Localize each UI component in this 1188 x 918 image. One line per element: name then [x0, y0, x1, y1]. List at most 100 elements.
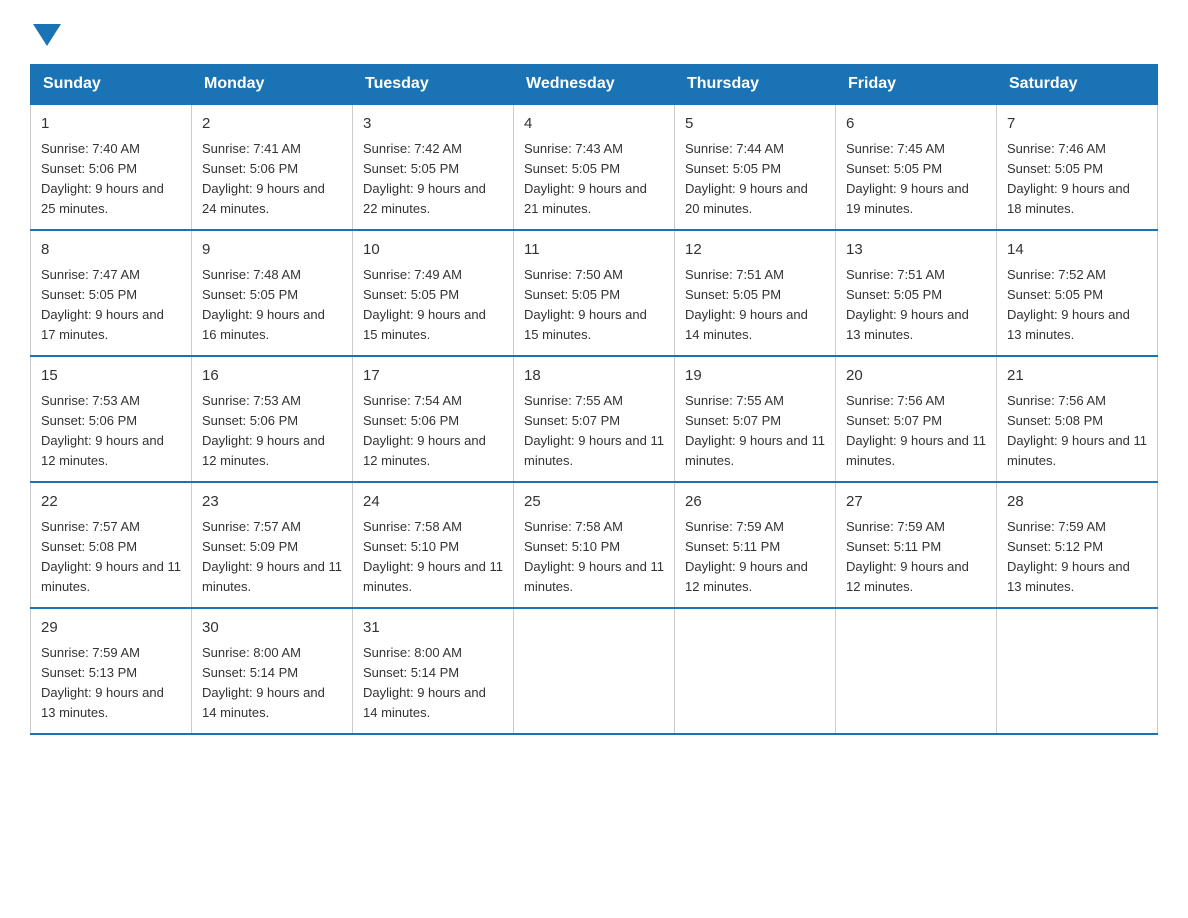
table-row: 13 Sunrise: 7:51 AMSunset: 5:05 PMDayligh…: [836, 230, 997, 356]
table-row: 27 Sunrise: 7:59 AMSunset: 5:11 PMDayligh…: [836, 482, 997, 608]
day-info: Sunrise: 7:57 AMSunset: 5:09 PMDaylight:…: [202, 517, 342, 598]
day-info: Sunrise: 7:52 AMSunset: 5:05 PMDaylight:…: [1007, 265, 1147, 346]
table-row: 19Sunrise: 7:55 AMSunset: 5:07 PMDayligh…: [675, 356, 836, 482]
day-number: 4: [524, 113, 664, 136]
day-info: Sunrise: 7:53 AMSunset: 5:06 PMDaylight:…: [41, 391, 181, 472]
day-info: Sunrise: 7:58 AMSunset: 5:10 PMDaylight:…: [363, 517, 503, 598]
day-number: 15: [41, 365, 181, 388]
table-row: 9 Sunrise: 7:48 AMSunset: 5:05 PMDaylight…: [192, 230, 353, 356]
table-row: 4 Sunrise: 7:43 AMSunset: 5:05 PMDaylight…: [514, 104, 675, 230]
day-number: 25: [524, 491, 664, 514]
day-number: 1: [41, 113, 181, 136]
header-monday: Monday: [192, 65, 353, 105]
table-row: 8 Sunrise: 7:47 AMSunset: 5:05 PMDaylight…: [31, 230, 192, 356]
table-row: 16 Sunrise: 7:53 AMSunset: 5:06 PMDayligh…: [192, 356, 353, 482]
calendar-table: Sunday Monday Tuesday Wednesday Thursday…: [30, 64, 1158, 735]
day-info: Sunrise: 7:44 AMSunset: 5:05 PMDaylight:…: [685, 139, 825, 220]
table-row: 5 Sunrise: 7:44 AMSunset: 5:05 PMDaylight…: [675, 104, 836, 230]
day-number: 14: [1007, 239, 1147, 262]
header: [30, 20, 1158, 46]
table-row: 20 Sunrise: 7:56 AMSunset: 5:07 PMDayligh…: [836, 356, 997, 482]
day-number: 2: [202, 113, 342, 136]
day-number: 29: [41, 617, 181, 640]
table-row: 24 Sunrise: 7:58 AMSunset: 5:10 PMDayligh…: [353, 482, 514, 608]
day-number: 22: [41, 491, 181, 514]
day-info: Sunrise: 7:59 AMSunset: 5:13 PMDaylight:…: [41, 643, 181, 724]
day-number: 5: [685, 113, 825, 136]
day-info: Sunrise: 7:56 AMSunset: 5:07 PMDaylight:…: [846, 391, 986, 472]
header-saturday: Saturday: [997, 65, 1158, 105]
day-number: 18: [524, 365, 664, 388]
day-number: 24: [363, 491, 503, 514]
logo-triangle-icon: [33, 24, 61, 46]
day-info: Sunrise: 7:45 AMSunset: 5:05 PMDaylight:…: [846, 139, 986, 220]
day-number: 13: [846, 239, 986, 262]
calendar-week-row: 1 Sunrise: 7:40 AMSunset: 5:06 PMDaylight…: [31, 104, 1158, 230]
day-number: 11: [524, 239, 664, 262]
day-number: 27: [846, 491, 986, 514]
day-info: Sunrise: 7:53 AMSunset: 5:06 PMDaylight:…: [202, 391, 342, 472]
day-info: Sunrise: 8:00 AMSunset: 5:14 PMDaylight:…: [363, 643, 503, 724]
day-info: Sunrise: 7:40 AMSunset: 5:06 PMDaylight:…: [41, 139, 181, 220]
table-row: 22 Sunrise: 7:57 AMSunset: 5:08 PMDayligh…: [31, 482, 192, 608]
day-info: Sunrise: 7:57 AMSunset: 5:08 PMDaylight:…: [41, 517, 181, 598]
day-info: Sunrise: 7:47 AMSunset: 5:05 PMDaylight:…: [41, 265, 181, 346]
day-number: 28: [1007, 491, 1147, 514]
table-row: 17Sunrise: 7:54 AMSunset: 5:06 PMDayligh…: [353, 356, 514, 482]
day-number: 16: [202, 365, 342, 388]
day-info: Sunrise: 7:48 AMSunset: 5:05 PMDaylight:…: [202, 265, 342, 346]
day-number: 6: [846, 113, 986, 136]
day-info: Sunrise: 7:42 AMSunset: 5:05 PMDaylight:…: [363, 139, 503, 220]
calendar-week-row: 8 Sunrise: 7:47 AMSunset: 5:05 PMDaylight…: [31, 230, 1158, 356]
day-number: 10: [363, 239, 503, 262]
day-info: Sunrise: 7:51 AMSunset: 5:05 PMDaylight:…: [685, 265, 825, 346]
header-sunday: Sunday: [31, 65, 192, 105]
table-row: 14 Sunrise: 7:52 AMSunset: 5:05 PMDayligh…: [997, 230, 1158, 356]
table-row: 11 Sunrise: 7:50 AMSunset: 5:05 PMDayligh…: [514, 230, 675, 356]
header-wednesday: Wednesday: [514, 65, 675, 105]
day-number: 20: [846, 365, 986, 388]
table-row: 29 Sunrise: 7:59 AMSunset: 5:13 PMDayligh…: [31, 608, 192, 734]
table-row: 31Sunrise: 8:00 AMSunset: 5:14 PMDayligh…: [353, 608, 514, 734]
day-info: Sunrise: 7:41 AMSunset: 5:06 PMDaylight:…: [202, 139, 342, 220]
table-row: 30 Sunrise: 8:00 AMSunset: 5:14 PMDayligh…: [192, 608, 353, 734]
table-row: 15 Sunrise: 7:53 AMSunset: 5:06 PMDayligh…: [31, 356, 192, 482]
table-row: 3 Sunrise: 7:42 AMSunset: 5:05 PMDaylight…: [353, 104, 514, 230]
day-info: Sunrise: 8:00 AMSunset: 5:14 PMDaylight:…: [202, 643, 342, 724]
table-row: 12 Sunrise: 7:51 AMSunset: 5:05 PMDayligh…: [675, 230, 836, 356]
day-info: Sunrise: 7:55 AMSunset: 5:07 PMDaylight:…: [524, 391, 664, 472]
table-row: 1 Sunrise: 7:40 AMSunset: 5:06 PMDaylight…: [31, 104, 192, 230]
day-info: Sunrise: 7:43 AMSunset: 5:05 PMDaylight:…: [524, 139, 664, 220]
table-row: [997, 608, 1158, 734]
day-number: 7: [1007, 113, 1147, 136]
table-row: 18 Sunrise: 7:55 AMSunset: 5:07 PMDayligh…: [514, 356, 675, 482]
day-info: Sunrise: 7:46 AMSunset: 5:05 PMDaylight:…: [1007, 139, 1147, 220]
day-info: Sunrise: 7:59 AMSunset: 5:11 PMDaylight:…: [685, 517, 825, 598]
day-info: Sunrise: 7:56 AMSunset: 5:08 PMDaylight:…: [1007, 391, 1147, 472]
calendar-header-row: Sunday Monday Tuesday Wednesday Thursday…: [31, 65, 1158, 105]
day-info: Sunrise: 7:50 AMSunset: 5:05 PMDaylight:…: [524, 265, 664, 346]
table-row: 28 Sunrise: 7:59 AMSunset: 5:12 PMDayligh…: [997, 482, 1158, 608]
day-info: Sunrise: 7:54 AMSunset: 5:06 PMDaylight:…: [363, 391, 503, 472]
day-info: Sunrise: 7:51 AMSunset: 5:05 PMDaylight:…: [846, 265, 986, 346]
day-number: 30: [202, 617, 342, 640]
header-tuesday: Tuesday: [353, 65, 514, 105]
day-info: Sunrise: 7:59 AMSunset: 5:12 PMDaylight:…: [1007, 517, 1147, 598]
calendar-week-row: 22 Sunrise: 7:57 AMSunset: 5:08 PMDayligh…: [31, 482, 1158, 608]
day-number: 12: [685, 239, 825, 262]
table-row: 2 Sunrise: 7:41 AMSunset: 5:06 PMDaylight…: [192, 104, 353, 230]
table-row: 6 Sunrise: 7:45 AMSunset: 5:05 PMDaylight…: [836, 104, 997, 230]
table-row: 25Sunrise: 7:58 AMSunset: 5:10 PMDayligh…: [514, 482, 675, 608]
calendar-week-row: 29 Sunrise: 7:59 AMSunset: 5:13 PMDayligh…: [31, 608, 1158, 734]
logo: [30, 20, 61, 46]
day-number: 19: [685, 365, 825, 388]
day-number: 9: [202, 239, 342, 262]
table-row: 7 Sunrise: 7:46 AMSunset: 5:05 PMDaylight…: [997, 104, 1158, 230]
day-number: 3: [363, 113, 503, 136]
table-row: [514, 608, 675, 734]
day-number: 21: [1007, 365, 1147, 388]
header-friday: Friday: [836, 65, 997, 105]
day-number: 8: [41, 239, 181, 262]
day-number: 26: [685, 491, 825, 514]
day-info: Sunrise: 7:59 AMSunset: 5:11 PMDaylight:…: [846, 517, 986, 598]
